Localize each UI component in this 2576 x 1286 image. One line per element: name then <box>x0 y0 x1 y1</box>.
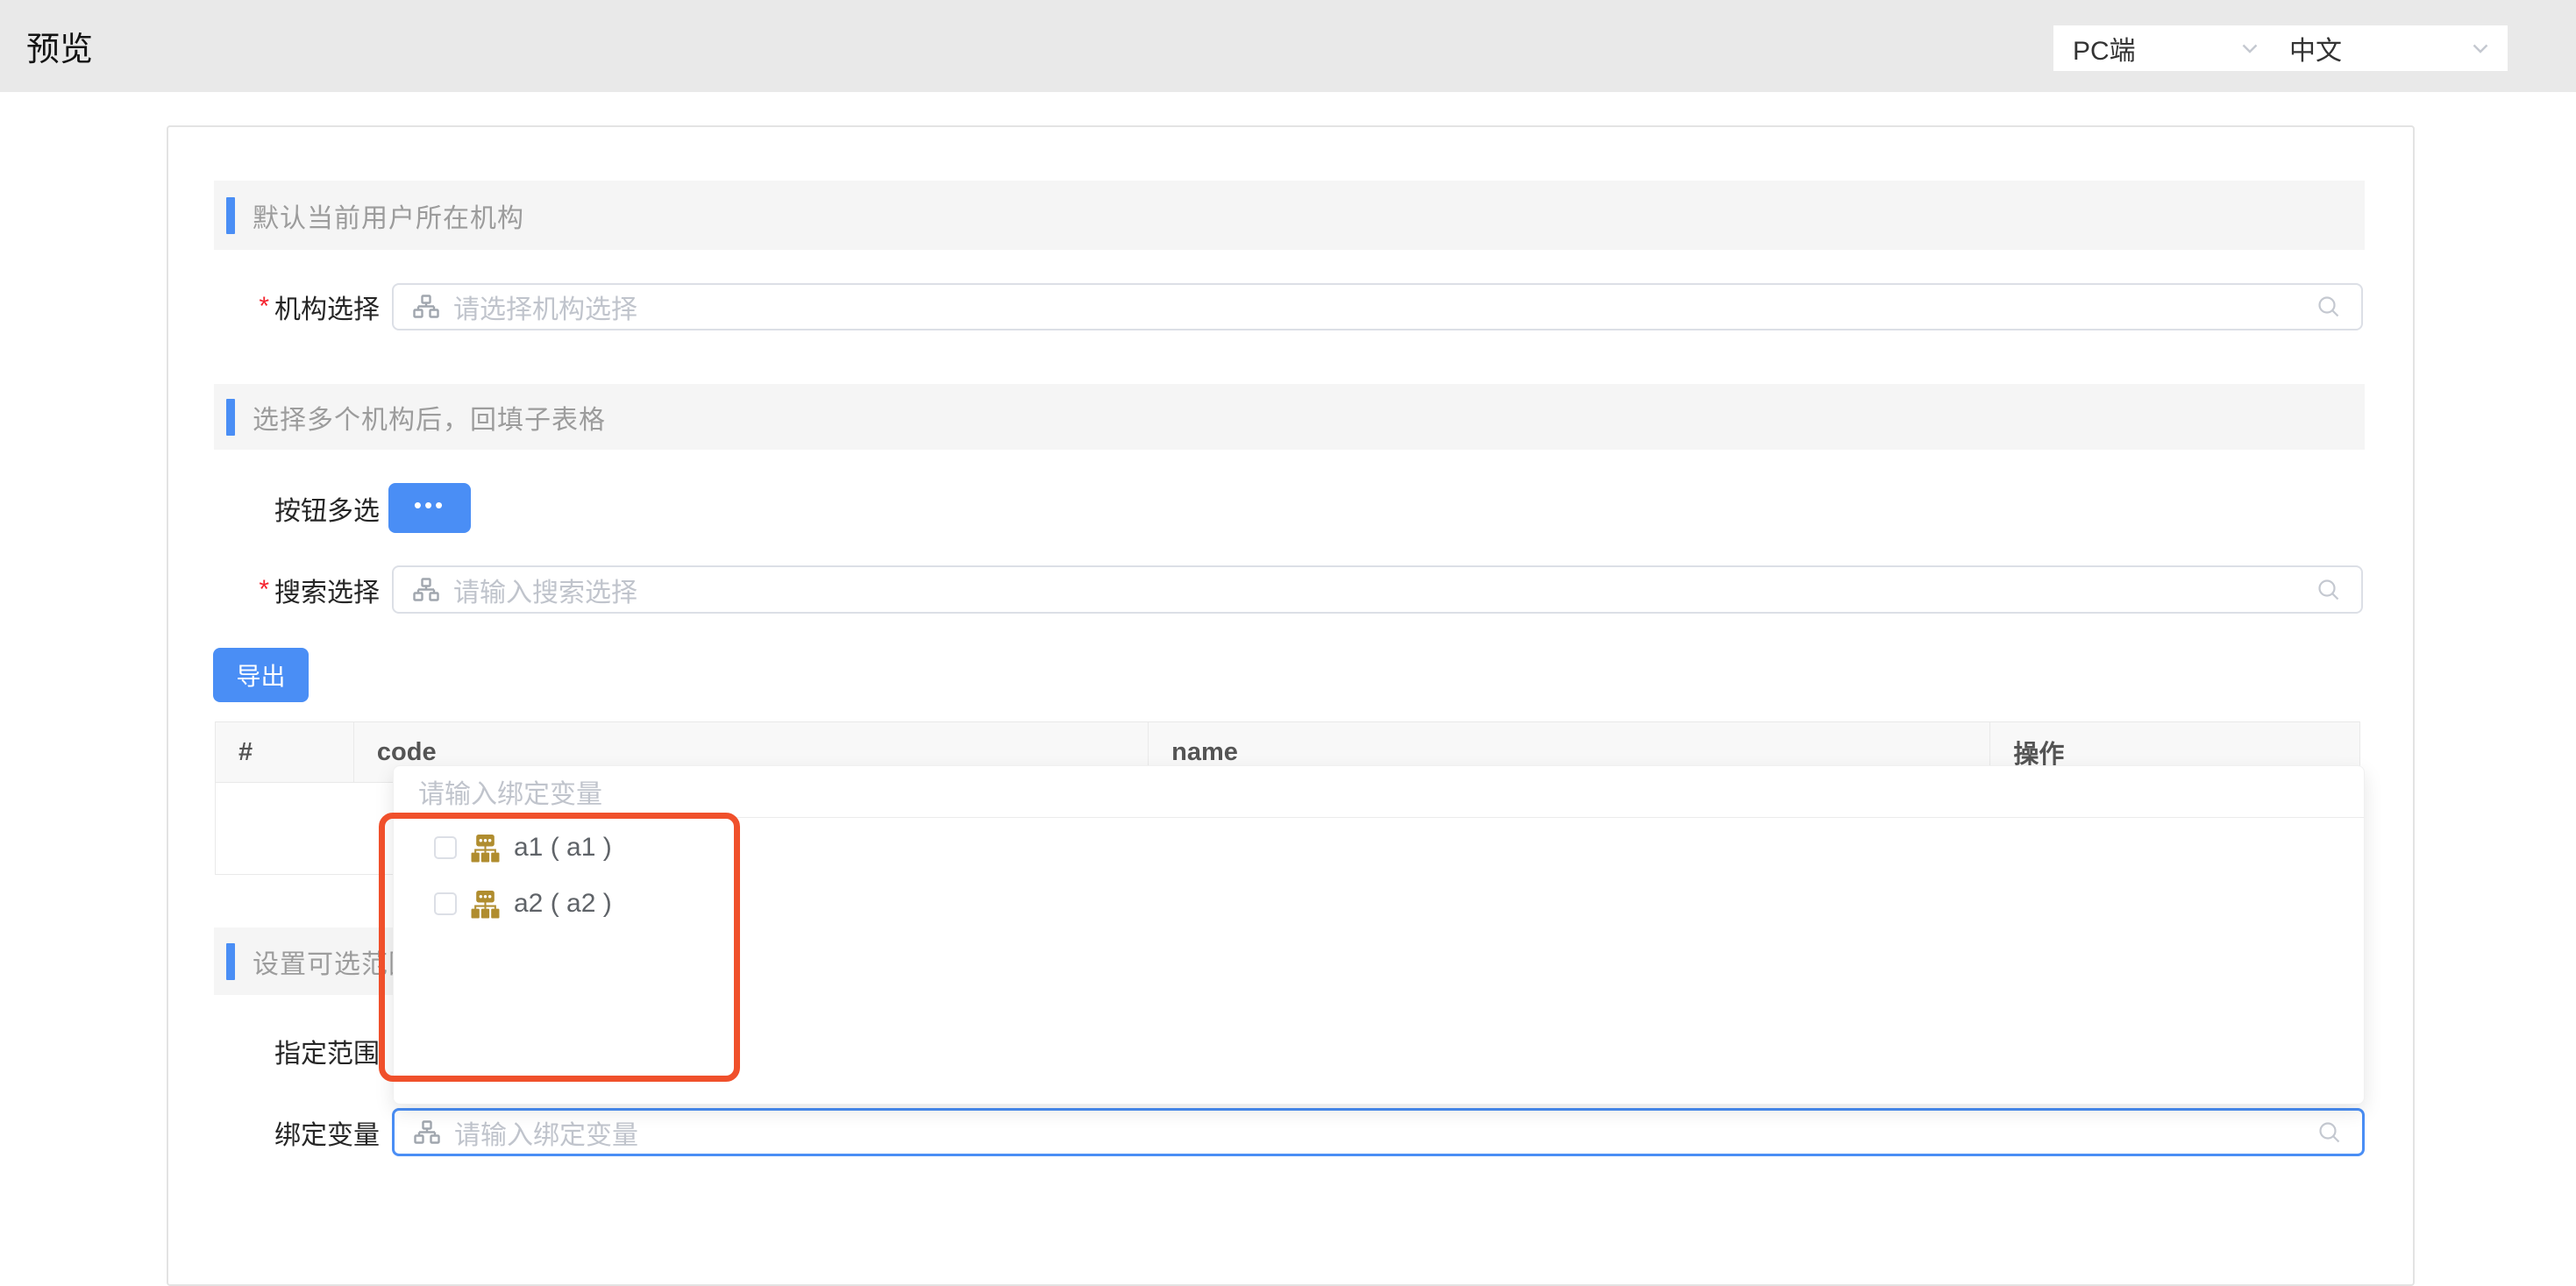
language-select-value: 中文 <box>2289 29 2342 67</box>
dropdown-search-input[interactable]: 请输入绑定变量 <box>418 766 602 817</box>
section-accent-bar <box>226 943 235 980</box>
section-accent-bar <box>226 197 235 234</box>
org-tree-icon <box>413 577 439 603</box>
org-select-label: * 机构选择 <box>140 283 380 330</box>
export-button[interactable]: 导出 <box>213 648 309 702</box>
chevron-down-icon <box>2473 44 2488 53</box>
bind-variable-label: 绑定变量 <box>140 1108 380 1156</box>
org-tree-icon <box>413 294 439 320</box>
search-select-placeholder: 请输入搜索选择 <box>453 571 637 609</box>
org-picker-ellipsis-button[interactable]: ••• <box>388 483 471 533</box>
org-node-icon <box>471 834 500 863</box>
tree-item-a2[interactable]: a2 ( a2 ) <box>434 885 612 923</box>
dropdown-search-placeholder: 请输入绑定变量 <box>418 772 602 811</box>
language-select[interactable]: 中文 <box>2270 25 2508 71</box>
scope-label: 指定范围 <box>140 1027 380 1075</box>
button-multi-label: 按钮多选 <box>140 483 380 533</box>
ellipsis-dots: ••• <box>414 494 445 516</box>
device-select-value: PC端 <box>2073 29 2136 67</box>
search-icon <box>2316 577 2342 603</box>
dropdown-separator <box>394 817 2364 818</box>
bind-variable-placeholder: 请输入绑定变量 <box>454 1113 638 1152</box>
section-header-default-org: 默认当前用户所在机构 <box>214 181 2365 250</box>
tree-item-label: a2 ( a2 ) <box>514 889 612 919</box>
section-accent-bar <box>226 399 235 436</box>
search-select-label: * 搜索选择 <box>140 565 380 614</box>
section-title: 默认当前用户所在机构 <box>253 196 524 235</box>
required-asterisk: * <box>259 575 269 605</box>
page-title: 预览 <box>26 0 93 92</box>
bind-variable-input[interactable]: 请输入绑定变量 <box>392 1108 2365 1156</box>
tree-item-label: a1 ( a1 ) <box>514 833 612 863</box>
section-header-multi-org: 选择多个机构后，回填子表格 <box>214 384 2365 450</box>
org-select-placeholder: 请选择机构选择 <box>453 288 637 326</box>
tree-item-a1[interactable]: a1 ( a1 ) <box>434 828 612 867</box>
preview-page: { "topbar": { "title": "预览", "device_sel… <box>0 0 2576 1229</box>
chevron-down-icon <box>2242 44 2258 53</box>
search-icon <box>2316 1119 2343 1146</box>
org-tree-icon <box>414 1119 440 1146</box>
section-title: 设置可选范围 <box>253 942 416 981</box>
table-header-index: # <box>216 722 354 782</box>
required-asterisk: * <box>259 292 269 322</box>
org-node-icon <box>471 890 500 919</box>
section-title: 选择多个机构后，回填子表格 <box>253 398 606 437</box>
search-select-input[interactable]: 请输入搜索选择 <box>392 565 2363 614</box>
device-select[interactable]: PC端 <box>2053 25 2277 71</box>
checkbox[interactable] <box>434 836 457 859</box>
checkbox[interactable] <box>434 892 457 915</box>
org-tree-dropdown: 请输入绑定变量 a1 ( a1 ) a2 ( a2 ) <box>393 765 2365 1105</box>
search-icon <box>2316 294 2342 320</box>
org-select-input[interactable]: 请选择机构选择 <box>392 283 2363 330</box>
